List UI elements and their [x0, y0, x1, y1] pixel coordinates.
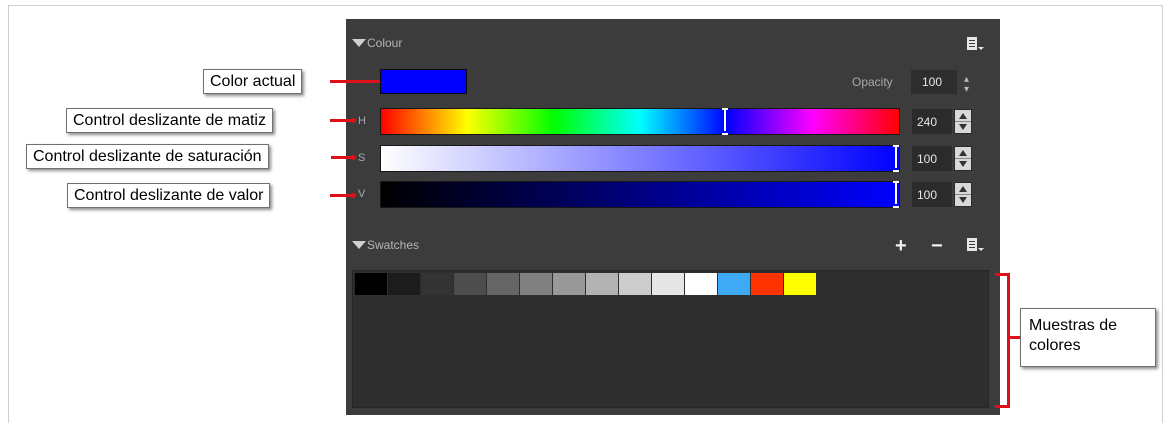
opacity-input[interactable]: 100 [911, 70, 957, 94]
color-swatch[interactable] [553, 273, 586, 295]
callout-current-color: Color actual [203, 69, 303, 94]
color-swatch[interactable] [454, 273, 487, 295]
saturation-spinner-icon[interactable] [954, 146, 972, 171]
swatches-grid[interactable] [352, 270, 989, 408]
saturation-letter: S [358, 152, 366, 164]
collapse-triangle-icon[interactable] [352, 39, 366, 47]
collapse-triangle-icon[interactable] [352, 241, 366, 249]
swatches-section-title: Swatches [367, 238, 420, 252]
color-swatch[interactable] [784, 273, 817, 295]
callout-line-current-color [330, 80, 380, 83]
swatch-row [355, 273, 817, 295]
color-swatch[interactable] [718, 273, 751, 295]
value-slider[interactable] [380, 181, 900, 208]
panel-menu-icon[interactable] [967, 37, 984, 51]
hue-slider-handle[interactable] [722, 108, 728, 135]
add-swatch-button[interactable]: + [895, 236, 907, 256]
hue-slider[interactable] [380, 108, 900, 135]
opacity-spinner-arrows-icon[interactable]: ▴ ▾ [964, 75, 969, 95]
value-spinner-icon[interactable] [954, 182, 972, 207]
hue-letter: H [358, 115, 366, 127]
remove-swatch-button[interactable]: − [931, 236, 943, 256]
color-swatch[interactable] [487, 273, 520, 295]
callout-dot-saturation [351, 155, 356, 160]
bracket-connector [1009, 336, 1020, 339]
colour-section-title: Colour [367, 36, 403, 50]
hue-value-input[interactable]: 240 [912, 109, 952, 134]
value-value-input[interactable]: 100 [912, 182, 952, 207]
saturation-slider[interactable] [380, 145, 900, 172]
callout-swatches: Muestras de colores [1020, 308, 1156, 367]
color-swatch[interactable] [388, 273, 421, 295]
bracket-bottom [995, 405, 1009, 408]
color-swatch[interactable] [751, 273, 784, 295]
callout-dot-value [351, 193, 356, 198]
value-slider-handle[interactable] [893, 181, 899, 208]
page-frame-right [1162, 5, 1163, 423]
color-swatch[interactable] [421, 273, 454, 295]
swatches-menu-icon[interactable] [967, 238, 984, 252]
callout-hue-slider: Control deslizante de matiz [66, 108, 273, 133]
callout-saturation-slider: Control deslizante de saturación [26, 144, 269, 169]
page-frame-top [8, 5, 1163, 6]
hue-spinner-icon[interactable] [954, 109, 972, 134]
value-letter: V [358, 188, 366, 200]
color-swatch[interactable] [619, 273, 652, 295]
color-swatch[interactable] [520, 273, 553, 295]
callout-value-slider: Control deslizante de valor [67, 183, 271, 208]
color-swatch[interactable] [652, 273, 685, 295]
color-swatch[interactable] [586, 273, 619, 295]
colour-section-header[interactable]: Colour [352, 36, 402, 50]
color-swatch[interactable] [685, 273, 718, 295]
swatches-section-header[interactable]: Swatches [352, 238, 419, 252]
color-swatch[interactable] [355, 273, 388, 295]
current-color-swatch[interactable] [380, 69, 467, 94]
saturation-slider-handle[interactable] [893, 145, 899, 172]
saturation-value-input[interactable]: 100 [912, 146, 952, 171]
opacity-label: Opacity [852, 75, 893, 89]
callout-dot-hue [351, 118, 356, 123]
bracket-vertical [1007, 273, 1010, 408]
page-frame-left [8, 5, 9, 423]
